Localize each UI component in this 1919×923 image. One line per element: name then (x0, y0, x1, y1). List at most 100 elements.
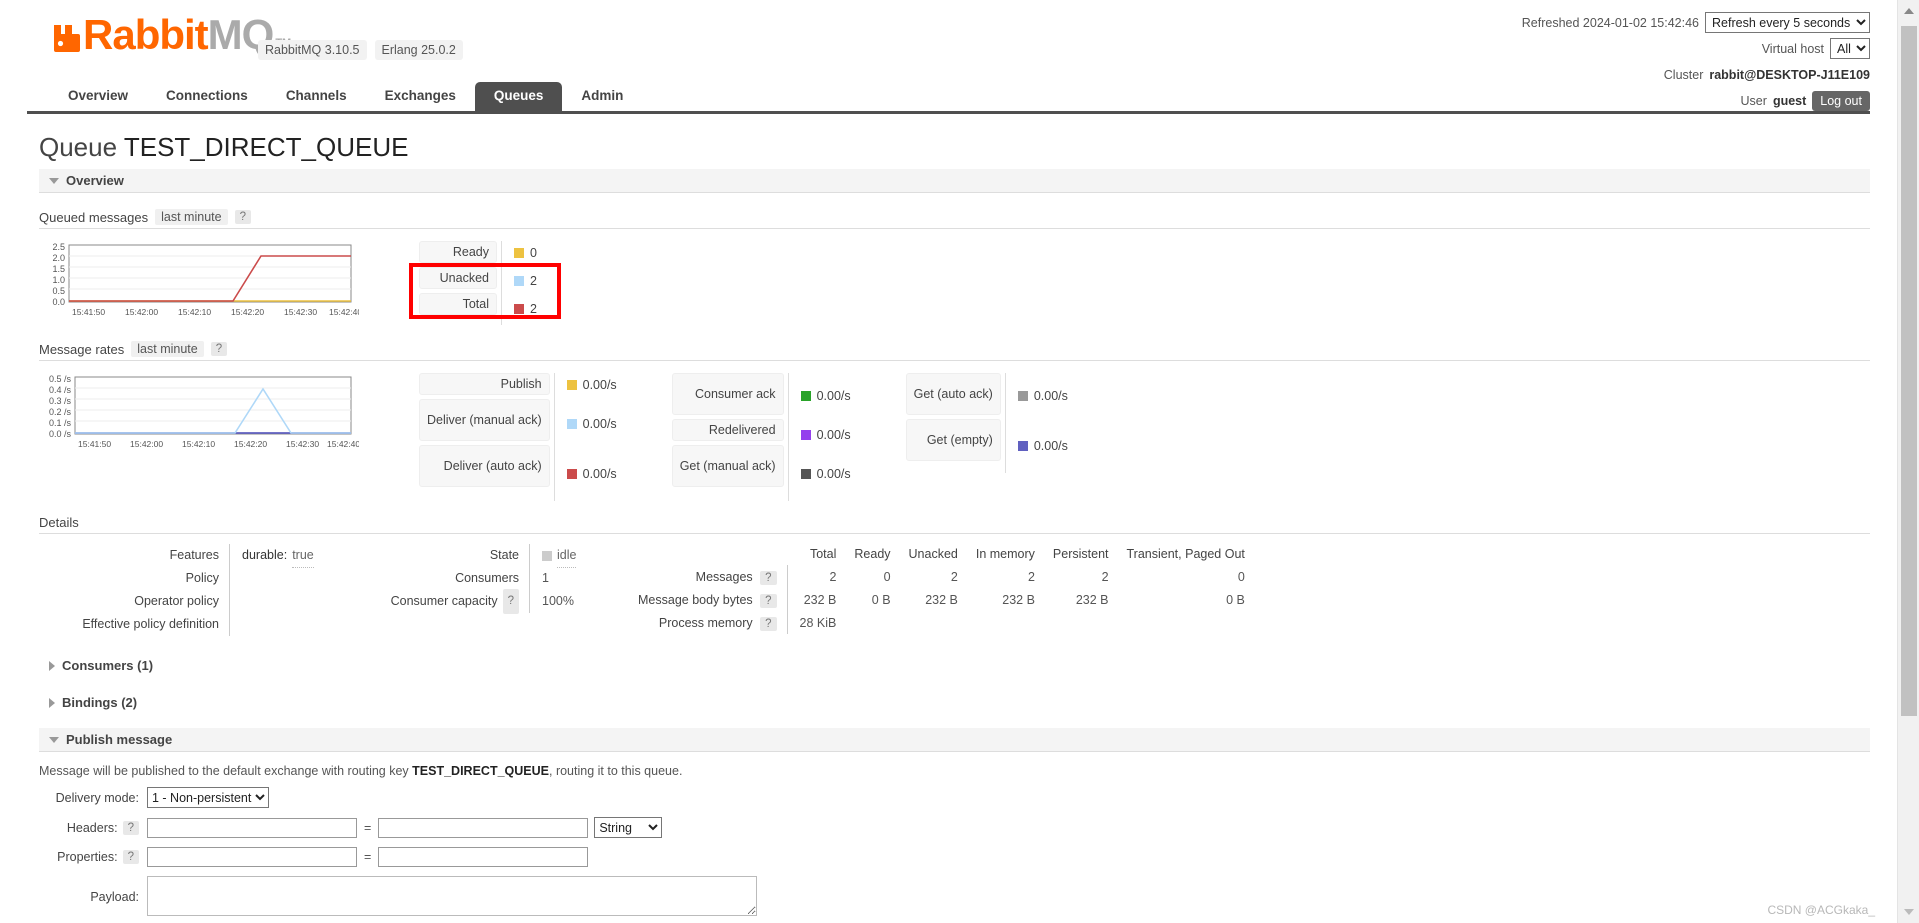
section-bindings-header[interactable]: Bindings (2) (39, 691, 1870, 714)
tab-overview[interactable]: Overview (49, 82, 147, 111)
rabbitmq-version-badge: RabbitMQ 3.10.5 (258, 40, 367, 60)
headers-label: Headers: ? (39, 820, 139, 835)
legend-value-consumer-ack-row: 0.00/s (800, 373, 851, 419)
message-rates-help-icon[interactable]: ? (210, 342, 228, 356)
tab-connections[interactable]: Connections (147, 82, 267, 111)
section-consumers-header[interactable]: Consumers (1) (39, 654, 1870, 677)
queued-messages-help-icon[interactable]: ? (234, 210, 251, 224)
value-features-row: durable: true (242, 544, 349, 568)
scrollbar-thumb[interactable] (1901, 26, 1917, 716)
legend-value-total-row: 2 (514, 297, 537, 321)
queued-messages-title: Queued messages (39, 209, 149, 225)
label-features: Features (169, 548, 219, 562)
page-title-queue-name: TEST_DIRECT_QUEUE (123, 132, 409, 162)
vertical-scrollbar[interactable] (1897, 0, 1919, 923)
legend-value-get-auto: 0.00/s (1033, 389, 1068, 403)
legend-value-deliver-auto-row: 0.00/s (566, 451, 617, 497)
vhost-label: Virtual host (1761, 41, 1824, 56)
legend-label-deliver-auto-ack: Deliver (auto ack) (419, 445, 550, 487)
legend-label-unacked: Unacked (419, 267, 497, 289)
headers-value-input[interactable] (378, 817, 589, 838)
stats-corner-cell (629, 544, 787, 565)
stats-col-total: Total (809, 546, 837, 561)
headers-name-input[interactable] (147, 817, 357, 838)
messages-help-icon[interactable]: ? (760, 570, 777, 585)
top-header: RabbitMQ TM RabbitMQ 3.10.5 Erlang 25.0.… (0, 0, 1897, 111)
properties-name-input[interactable] (147, 847, 357, 867)
svg-text:15:42:40: 15:42:40 (329, 307, 359, 317)
body-bytes-transient-paged-out: 0 B (1226, 592, 1245, 607)
legend-value-deliver-manual: 0.00/s (582, 417, 617, 431)
payload-textarea[interactable] (147, 876, 757, 916)
swatch-publish-icon (566, 380, 577, 390)
process-memory-unacked (900, 611, 967, 634)
stats-row-label-message-body-bytes: Message body bytes ? (629, 588, 788, 611)
legend-value-get-manual-row: 0.00/s (800, 451, 851, 497)
headers-row: Headers: ? = String (39, 817, 1870, 838)
message-rates-legend-col-3: Get (auto ack) Get (empty) 0.00/s 0.00/s (905, 373, 1068, 473)
svg-text:15:42:10: 15:42:10 (182, 439, 215, 449)
legend-value-ready-row: 0 (514, 241, 537, 265)
headers-help-icon[interactable]: ? (122, 820, 139, 835)
headers-label-text: Headers: (66, 820, 118, 835)
properties-row: Properties: ? = (39, 847, 1870, 867)
section-consumers-label: Consumers (1) (62, 658, 154, 673)
value-policy (242, 567, 349, 590)
publish-description: Message will be published to the default… (39, 764, 1870, 778)
label-policy: Policy (185, 571, 219, 585)
swatch-total-icon (514, 304, 524, 314)
message-rates-chart: 0.5 /s 0.4 /s 0.3 /s 0.2 /s 0.1 /s 0.0 /… (39, 373, 359, 451)
svg-text:0.0 /s: 0.0 /s (49, 429, 72, 439)
message-rates-period[interactable]: last minute (131, 341, 204, 357)
section-overview-header[interactable]: Overview (39, 169, 1870, 193)
stats-col-transient-paged-out: Transient, Paged Out (1126, 546, 1245, 561)
messages-ready: 0 (883, 569, 891, 584)
section-overview-label: Overview (66, 173, 124, 188)
tab-queues[interactable]: Queues (474, 82, 563, 111)
delivery-mode-select[interactable]: 1 - Non-persistent (147, 787, 269, 808)
stats-row-label-process-memory: Process memory ? (629, 611, 788, 634)
state-indicator-icon (542, 550, 552, 561)
properties-help-icon[interactable]: ? (122, 850, 139, 864)
svg-text:15:42:30: 15:42:30 (286, 439, 319, 449)
svg-text:0.4 /s: 0.4 /s (49, 385, 72, 395)
queued-messages-period[interactable]: last minute (155, 209, 228, 225)
message-body-bytes-help-icon[interactable]: ? (760, 593, 777, 608)
tab-admin[interactable]: Admin (562, 82, 642, 111)
legend-value-redelivered-row: 0.00/s (800, 423, 851, 447)
legend-value-consumer-ack: 0.00/s (816, 389, 851, 403)
headers-equals-sign: = (364, 820, 372, 835)
cluster-name: rabbit@DESKTOP-J11E109 (1709, 67, 1870, 82)
tab-exchanges[interactable]: Exchanges (366, 82, 475, 111)
legend-value-ready: 0 (530, 246, 537, 260)
section-publish-label: Publish message (66, 732, 173, 747)
consumer-capacity-help-icon[interactable]: ? (502, 589, 519, 614)
properties-equals-sign: = (364, 850, 372, 864)
features-value: true (292, 544, 314, 568)
details-state-group: State Consumers Consumer capacity ? idle… (369, 544, 629, 614)
label-effective-policy-definition: Effective policy definition (82, 617, 219, 631)
legend-value-publish: 0.00/s (582, 378, 617, 392)
tab-channels[interactable]: Channels (267, 82, 366, 111)
details-features-group: Features Policy Operator policy Effectiv… (39, 544, 369, 636)
scroll-down-arrow-icon[interactable] (1898, 901, 1919, 923)
body-bytes-ready: 0 B (871, 592, 891, 607)
table-row: Messages ? 2 0 2 2 2 0 (629, 565, 1254, 588)
swatch-get-empty-icon (1017, 441, 1028, 451)
details-title: Details (39, 515, 79, 530)
queued-messages-legend: Ready Unacked Total 0 2 2 (409, 241, 561, 325)
headers-type-select[interactable]: String (594, 817, 663, 838)
legend-label-ready: Ready (419, 241, 497, 263)
refresh-interval-select[interactable]: Refresh every 5 seconds (1705, 12, 1870, 33)
process-memory-help-icon[interactable]: ? (760, 616, 777, 631)
scroll-up-arrow-icon[interactable] (1898, 0, 1919, 22)
vhost-select[interactable]: All (1830, 38, 1870, 59)
value-consumers: 1 (542, 571, 549, 585)
section-publish-message-header[interactable]: Publish message (39, 728, 1870, 752)
rabbitmq-logo[interactable]: RabbitMQ TM (52, 14, 291, 56)
main-navigation: Overview Connections Channels Exchanges … (27, 82, 1870, 114)
properties-value-input[interactable] (378, 847, 589, 867)
chevron-down-icon (49, 177, 59, 184)
messages-label-text: Messages (695, 569, 753, 584)
version-badges: RabbitMQ 3.10.5 Erlang 25.0.2 (258, 40, 463, 60)
